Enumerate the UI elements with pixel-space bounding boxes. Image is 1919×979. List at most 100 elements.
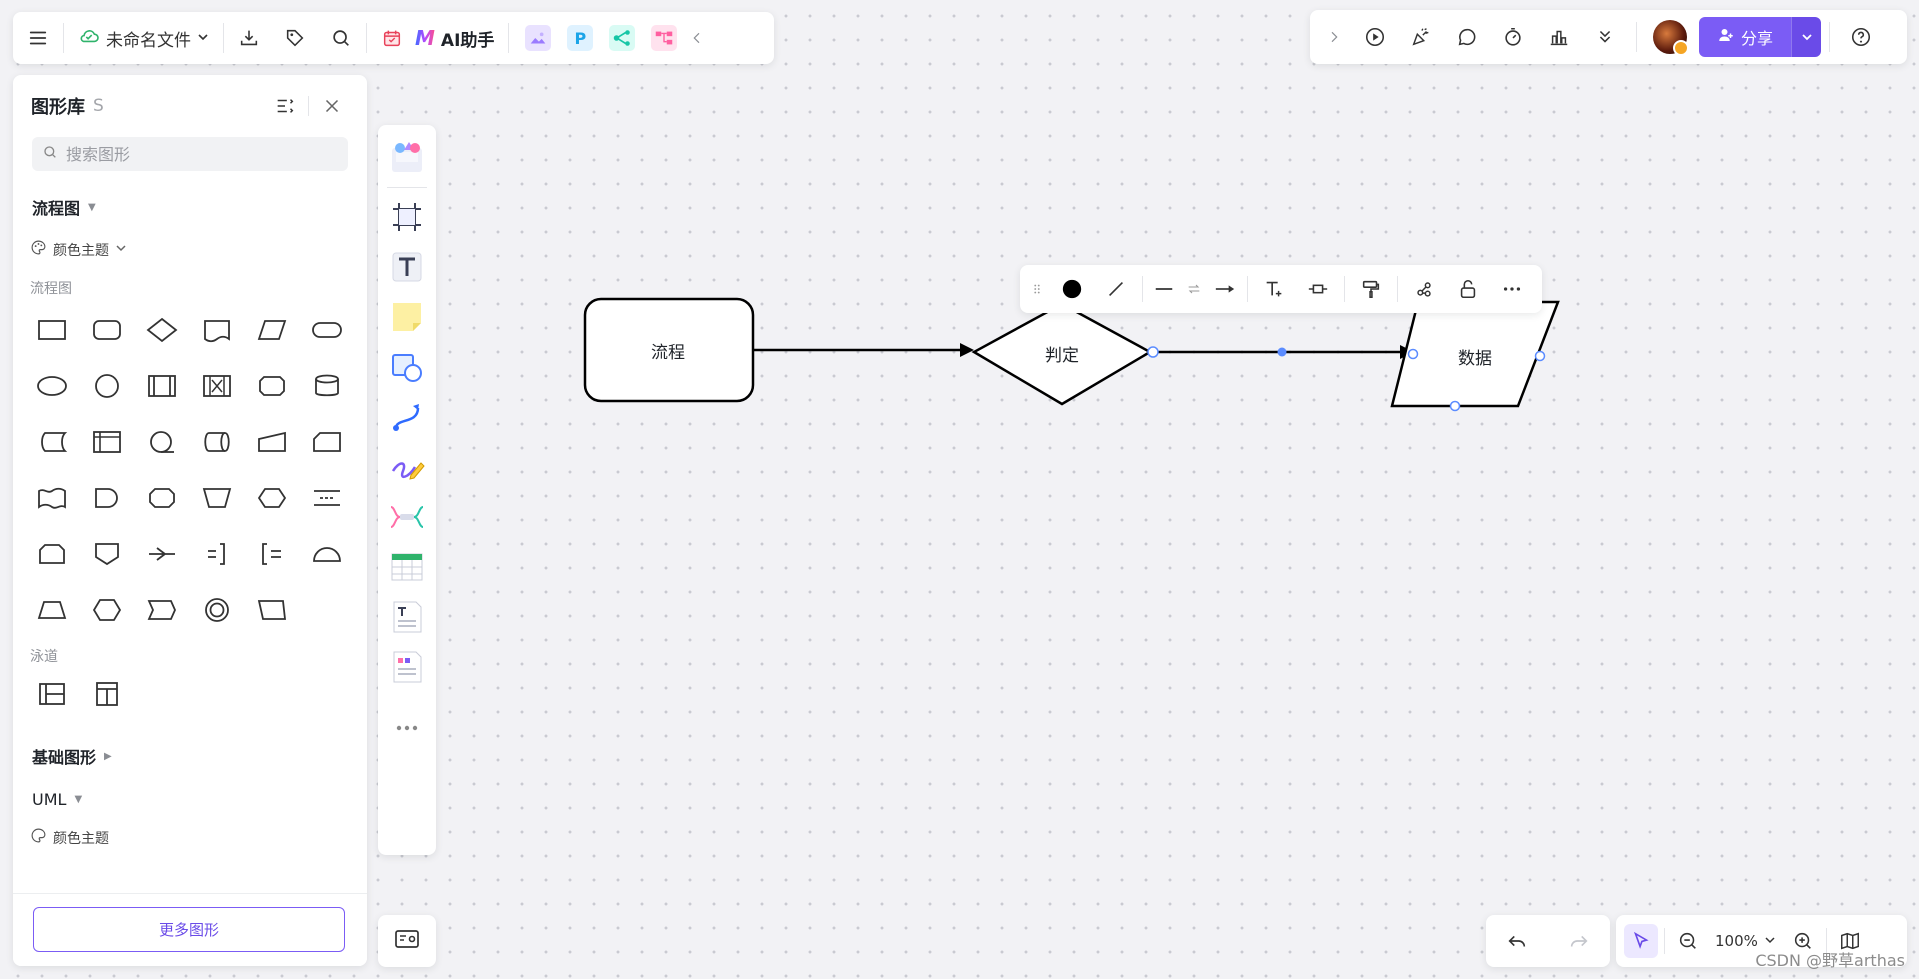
comment-icon[interactable] — [1450, 20, 1484, 54]
unlock-icon[interactable] — [1449, 271, 1487, 307]
image-plugin-icon[interactable] — [525, 25, 552, 51]
section-uml[interactable]: UML ▼ — [13, 790, 367, 809]
play-icon[interactable] — [1358, 20, 1392, 54]
connector-icon[interactable] — [385, 395, 429, 439]
section-flowchart[interactable]: 流程图 ▼ — [13, 195, 367, 219]
template-icon[interactable] — [385, 136, 429, 180]
line-style-icon[interactable] — [1097, 271, 1135, 307]
data-shape[interactable] — [244, 302, 299, 358]
database-shape[interactable] — [299, 358, 354, 414]
line-start-icon[interactable] — [1150, 271, 1178, 307]
pen-icon[interactable] — [385, 445, 429, 489]
link-icon[interactable] — [1405, 271, 1443, 307]
add-text-icon[interactable] — [1255, 271, 1293, 307]
color-theme-dropdown[interactable]: 颜色主题 — [13, 239, 367, 260]
card-shape[interactable] — [299, 414, 354, 470]
internal-storage-shape[interactable] — [79, 414, 134, 470]
loop-limit-shape[interactable] — [24, 526, 79, 582]
download-icon[interactable] — [232, 21, 266, 55]
step-shape[interactable] — [134, 582, 189, 638]
collate-shape[interactable] — [189, 358, 244, 414]
display-shape[interactable] — [134, 470, 189, 526]
stored-data-shape[interactable] — [24, 414, 79, 470]
drag-handle-icon[interactable] — [1027, 271, 1047, 307]
ellipse-shape[interactable] — [24, 358, 79, 414]
preparation-shape[interactable] — [244, 470, 299, 526]
half-circle-shape[interactable] — [299, 526, 354, 582]
sequential-data-shape[interactable] — [134, 414, 189, 470]
manual-input-shape[interactable] — [244, 414, 299, 470]
slanted-rect-shape[interactable] — [244, 582, 299, 638]
direct-data-shape[interactable] — [189, 414, 244, 470]
predefined-process-shape[interactable] — [134, 358, 189, 414]
rounded-process-shape[interactable] — [79, 302, 134, 358]
sticky-note-icon[interactable] — [385, 295, 429, 339]
zoom-out-icon[interactable] — [1671, 924, 1705, 958]
process-shape[interactable] — [24, 302, 79, 358]
annotation-right-shape[interactable] — [189, 526, 244, 582]
shapes-icon[interactable] — [385, 345, 429, 389]
expand-right-icon[interactable] — [1322, 20, 1346, 54]
more-tools-icon[interactable] — [385, 706, 429, 750]
format-painter-icon[interactable] — [1352, 271, 1390, 307]
share-button[interactable]: 分享 — [1699, 17, 1822, 57]
text-document-icon[interactable] — [385, 595, 429, 639]
redo-icon[interactable] — [1562, 924, 1596, 958]
celebrate-icon[interactable] — [1404, 20, 1438, 54]
shape-search-input[interactable] — [32, 137, 348, 171]
search-icon[interactable] — [324, 21, 358, 55]
mindmap-icon[interactable] — [385, 495, 429, 539]
flow-plugin-icon[interactable] — [651, 25, 678, 51]
select-cursor-icon[interactable] — [1624, 924, 1658, 958]
vertical-swimlane-shape[interactable] — [79, 666, 134, 722]
more-shapes-button[interactable]: 更多图形 — [33, 907, 345, 952]
shape-search-field[interactable] — [66, 144, 338, 164]
user-avatar[interactable] — [1653, 20, 1689, 56]
text-icon[interactable] — [385, 245, 429, 289]
annotation-left-shape[interactable] — [244, 526, 299, 582]
manual-operation-shape[interactable] — [189, 470, 244, 526]
frame-icon[interactable] — [385, 195, 429, 239]
menu-icon[interactable] — [21, 21, 55, 55]
minimap-button[interactable] — [378, 915, 436, 967]
off-page-connector-shape[interactable] — [79, 526, 134, 582]
mindmap-plugin-icon[interactable] — [609, 25, 636, 51]
tag-icon[interactable] — [278, 21, 312, 55]
horizontal-swimlane-shape[interactable] — [24, 666, 79, 722]
undo-icon[interactable] — [1500, 924, 1534, 958]
circle-shape[interactable] — [79, 358, 134, 414]
document-shape[interactable] — [189, 302, 244, 358]
collapse-left-icon[interactable] — [685, 21, 709, 55]
connector-mid-handle[interactable] — [1277, 347, 1287, 357]
calendar-icon[interactable] — [375, 21, 409, 55]
table-icon[interactable] — [385, 545, 429, 589]
hexagon-shape[interactable] — [79, 582, 134, 638]
alternate-process-shape[interactable] — [244, 358, 299, 414]
terminator-shape[interactable] — [299, 302, 354, 358]
more-down-icon[interactable] — [1588, 20, 1622, 54]
vote-icon[interactable] — [1542, 20, 1576, 54]
list-document-icon[interactable] — [385, 645, 429, 689]
more-options-icon[interactable] — [1493, 271, 1531, 307]
trapezoid-shape[interactable] — [24, 582, 79, 638]
parallel-mode-shape[interactable] — [299, 470, 354, 526]
help-icon[interactable] — [1844, 20, 1878, 54]
close-icon[interactable] — [315, 89, 349, 123]
delay-shape[interactable] — [79, 470, 134, 526]
ai-assistant-button[interactable]: M AI助手 — [409, 21, 500, 55]
color-theme-dropdown-uml[interactable]: 颜色主题 — [13, 827, 367, 848]
timer-icon[interactable] — [1496, 20, 1530, 54]
line-color-icon[interactable] — [1053, 271, 1091, 307]
line-end-arrow-icon[interactable] — [1210, 271, 1240, 307]
share-dropdown-button[interactable] — [1791, 17, 1822, 57]
decision-shape[interactable] — [134, 302, 189, 358]
double-circle-shape[interactable] — [189, 582, 244, 638]
p-plugin-icon[interactable]: P — [567, 25, 594, 51]
library-settings-icon[interactable] — [268, 89, 302, 123]
swap-ends-icon[interactable] — [1184, 271, 1204, 307]
paper-tape-shape[interactable] — [24, 470, 79, 526]
insert-shape-icon[interactable] — [1299, 271, 1337, 307]
section-basic-shapes[interactable]: 基础图形 ▶ — [13, 744, 367, 768]
share-main-button[interactable]: 分享 — [1699, 17, 1792, 57]
file-name-dropdown[interactable]: 未命名文件 — [72, 21, 215, 55]
